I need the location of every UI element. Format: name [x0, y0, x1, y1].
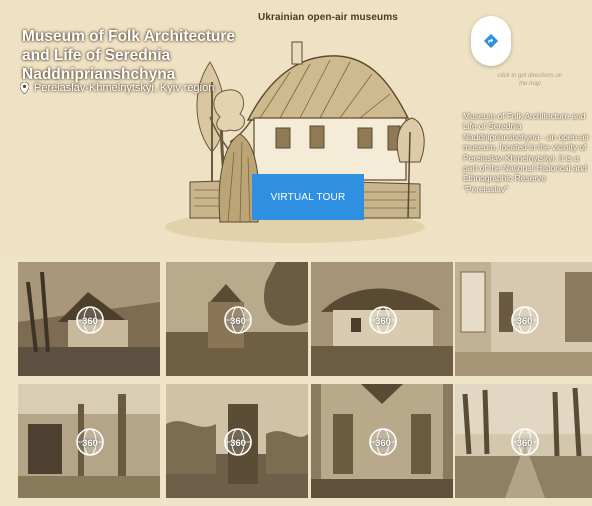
badge-label: 360 — [82, 438, 98, 449]
location: Pereiaslav-Khmelnytskyi, Kyiv region — [20, 82, 214, 94]
brand-label: Ukrainian open-air museums — [258, 12, 398, 23]
panorama-360-badge: 360 — [75, 305, 113, 343]
location-pin-icon — [20, 82, 29, 94]
tour-gallery: 360 360 360 360 360 360 360 360 — [18, 262, 592, 504]
tour-thumbnail-church-interior[interactable]: 360 — [311, 384, 453, 498]
panorama-360-badge: 360 — [368, 305, 406, 343]
badge-label: 360 — [230, 438, 246, 449]
tour-thumbnail-thatched-hut[interactable]: 360 — [311, 262, 453, 376]
directions-button[interactable] — [471, 16, 511, 66]
tour-thumbnail-wooden-church[interactable]: 360 — [166, 262, 308, 376]
panorama-360-badge: 360 — [75, 427, 113, 465]
directions-hint: click to get directions on the map — [497, 73, 563, 87]
museum-description: Museum of Folk Architecture and Life of … — [463, 111, 590, 194]
museum-page: Ukrainian open-air museums Museum of Fol… — [0, 0, 592, 506]
directions-icon — [484, 34, 498, 48]
virtual-tour-button[interactable]: VIRTUAL TOUR — [252, 174, 364, 220]
badge-label: 360 — [230, 316, 246, 327]
panorama-360-badge: 360 — [223, 427, 261, 465]
tour-thumbnail-interior-room[interactable]: 360 — [455, 262, 592, 376]
tour-thumbnail-house-with-fence[interactable]: 360 — [18, 262, 160, 376]
tour-thumbnail-interior-loom[interactable]: 360 — [18, 384, 160, 498]
panorama-360-badge: 360 — [223, 305, 261, 343]
location-text: Pereiaslav-Khmelnytskyi, Kyiv region — [34, 82, 215, 94]
tour-thumbnail-windmill[interactable]: 360 — [166, 384, 308, 498]
hero-banner: Ukrainian open-air museums Museum of Fol… — [0, 0, 592, 256]
panorama-360-badge: 360 — [510, 305, 548, 343]
badge-label: 360 — [516, 438, 533, 449]
badge-label: 360 — [82, 316, 98, 327]
page-title: Museum of Folk Architecture and Life of … — [22, 28, 236, 83]
panorama-360-badge: 360 — [510, 427, 548, 465]
badge-label: 360 — [516, 316, 533, 327]
badge-label: 360 — [375, 438, 391, 449]
badge-label: 360 — [375, 316, 391, 327]
panorama-360-badge: 360 — [368, 427, 406, 465]
tour-thumbnail-alley-trees[interactable]: 360 — [455, 384, 592, 498]
